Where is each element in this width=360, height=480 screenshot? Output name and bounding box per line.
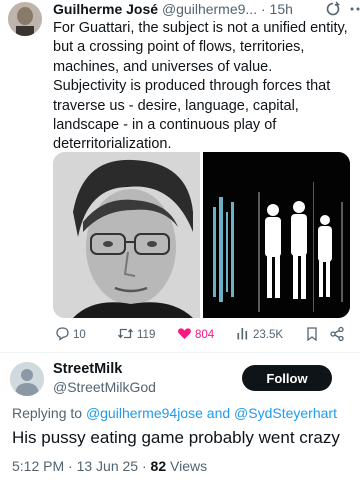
views-button[interactable]: 23.5K [236, 325, 283, 345]
heart-icon [177, 326, 192, 344]
reply-views-label: Views [170, 458, 208, 474]
reply-views-count: 82 [150, 458, 167, 474]
retweet-icon [117, 326, 134, 344]
tweet-header: Guilherme José @guilherme9... · 15h [53, 0, 360, 20]
tweet-actions: 10 119 804 23.5K [53, 325, 350, 345]
like-button[interactable]: 804 [177, 325, 214, 345]
author-handle[interactable]: @guilherme9... [162, 1, 257, 17]
author-name[interactable]: Guilherme José [53, 1, 158, 17]
mention-conj: and [206, 405, 231, 421]
figures-photo[interactable] [203, 152, 350, 318]
tweet-line: traverse us - desire, language, capital, [53, 97, 299, 114]
reply-author-avatar[interactable] [10, 362, 44, 396]
divider [0, 352, 360, 353]
reply-meta: 5:12 PM · 13 Jun 25 · 82 Views [12, 458, 207, 474]
mention-link[interactable]: @SydSteyerhart [234, 405, 337, 421]
follow-button[interactable]: Follow [242, 365, 332, 391]
tweet-line: landscape - in a continuous play of [53, 117, 277, 134]
tweet-time[interactable]: 15h [270, 1, 293, 17]
reply-count: 10 [73, 329, 86, 341]
tweet-line: Subjectivity is produced through forces … [53, 78, 331, 95]
tweet-media [53, 152, 350, 318]
reply-text: His pussy eating game probably went craz… [12, 428, 340, 447]
reply-icon [55, 326, 70, 344]
bookmark-icon [305, 326, 319, 345]
reply-button[interactable]: 10 [55, 325, 86, 345]
separator-dot: · [260, 1, 266, 17]
author-avatar[interactable] [8, 2, 42, 36]
tweet-line: For Guattari, the subject is not a unifi… [53, 20, 348, 36]
reply-author-name[interactable]: StreetMilk [53, 361, 122, 377]
retweet-button[interactable]: 119 [117, 325, 155, 345]
tweet-body: For Guattari, the subject is not a unifi… [53, 19, 353, 155]
views-icon [236, 326, 250, 344]
portrait-photo[interactable] [53, 152, 200, 318]
views-count: 23.5K [253, 329, 284, 341]
share-button[interactable] [329, 325, 345, 345]
retweet-count: 119 [137, 329, 156, 341]
reply-author-handle[interactable]: @StreetMilkGod [53, 379, 156, 395]
replying-to-label: Replying to [12, 405, 83, 421]
tweet-line: machines, and universes of value. [53, 58, 273, 75]
share-icon [329, 326, 345, 345]
mention-link[interactable]: @guilherme94jose [86, 405, 203, 421]
tweet-line: but a crossing point of flows, territori… [53, 39, 305, 56]
bookmark-button[interactable] [305, 325, 319, 345]
repost-icon [325, 0, 341, 20]
reply-timestamp[interactable]: 5:12 PM · 13 Jun 25 · [12, 458, 147, 474]
more-icon[interactable] [349, 1, 360, 20]
replying-to: Replying to @guilherme94jose and @SydSte… [12, 405, 337, 421]
like-count: 804 [195, 329, 215, 341]
